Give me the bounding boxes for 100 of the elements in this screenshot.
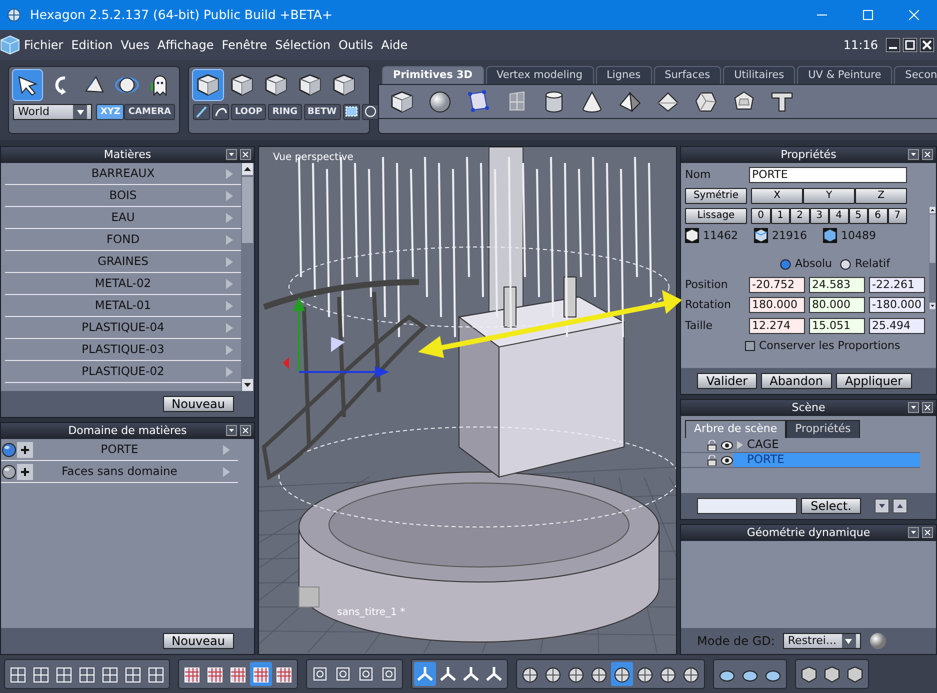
number-field[interactable]: 80.000 xyxy=(809,297,865,314)
toolbar-tab[interactable]: Utilitaires xyxy=(723,66,796,84)
material-item[interactable]: BOIS xyxy=(5,185,241,207)
new-material-button[interactable]: Nouveau xyxy=(162,396,234,412)
new-domain-button[interactable]: Nouveau xyxy=(162,633,234,649)
material-item[interactable]: PLASTIQUE-03 xyxy=(5,339,241,361)
plus-icon[interactable] xyxy=(17,464,33,480)
smoothing-level-button[interactable]: 1 xyxy=(770,208,790,224)
material-item[interactable]: FOND xyxy=(5,229,241,251)
coordinate-toggle[interactable]: CAMERA xyxy=(124,104,175,120)
number-field[interactable]: 24.583 xyxy=(809,276,865,293)
selection-tool-button[interactable] xyxy=(362,104,379,120)
number-field[interactable]: 12.274 xyxy=(749,318,805,334)
axis-button[interactable]: X xyxy=(751,188,803,204)
toolbar-tab[interactable]: Secon xyxy=(894,66,937,84)
smoothing-level-button[interactable]: 0 xyxy=(751,208,770,224)
eye-icon[interactable] xyxy=(721,440,733,450)
menu-item[interactable]: Affichage xyxy=(153,36,218,54)
collapse-icon[interactable] xyxy=(226,149,237,160)
close-icon[interactable] xyxy=(920,38,934,52)
material-item[interactable]: PLASTIQUE-04 xyxy=(5,317,241,339)
maximize-icon[interactable] xyxy=(863,10,873,20)
shading-button[interactable] xyxy=(611,662,633,686)
collapse-icon[interactable] xyxy=(226,425,237,436)
menu-item[interactable]: Fenêtre xyxy=(218,36,272,54)
menu-item[interactable]: Outils xyxy=(334,36,378,54)
material-item[interactable]: METAL-01 xyxy=(5,295,241,317)
lock-icon[interactable] xyxy=(707,440,717,450)
domain-item[interactable]: PORTE xyxy=(1,439,238,461)
material-item[interactable]: GRAINES xyxy=(5,251,241,273)
material-item[interactable]: EAU xyxy=(5,207,241,229)
menu-item[interactable]: Vues xyxy=(116,36,154,54)
tree-item[interactable]: CAGE xyxy=(733,438,920,452)
smoothing-button[interactable]: Lissage xyxy=(685,208,747,224)
toolbar-tab[interactable]: Vertex modeling xyxy=(486,66,594,84)
smoothing-level-button[interactable]: 6 xyxy=(868,208,888,224)
close-icon[interactable] xyxy=(240,425,251,436)
collapse-icon[interactable] xyxy=(908,527,919,538)
toolbar-tab[interactable]: Lignes xyxy=(596,66,652,84)
axis-button[interactable]: Y xyxy=(803,188,855,204)
panel-tab[interactable]: Propriétés xyxy=(786,420,860,438)
number-field[interactable]: -20.752 xyxy=(749,276,805,293)
dialog-button[interactable]: Valider xyxy=(697,373,757,389)
dialog-button[interactable]: Abandon xyxy=(760,373,832,389)
collapse-icon[interactable] xyxy=(908,149,919,160)
minimize-icon[interactable] xyxy=(886,38,900,52)
close-icon[interactable] xyxy=(922,527,933,538)
tree-item[interactable]: PORTE xyxy=(733,453,920,467)
close-icon[interactable] xyxy=(922,402,933,413)
material-item[interactable]: BARREAUX xyxy=(5,163,241,185)
menu-item[interactable]: Fichier xyxy=(20,36,68,54)
pointer-button[interactable] xyxy=(13,70,42,100)
close-icon[interactable] xyxy=(240,149,251,160)
number-field[interactable]: -180.000 xyxy=(869,297,925,314)
number-field[interactable]: 25.494 xyxy=(869,318,925,334)
smoothing-level-button[interactable]: 5 xyxy=(848,208,868,224)
axis-button[interactable]: Z xyxy=(855,188,907,204)
menu-item[interactable]: Sélection xyxy=(271,36,334,54)
smoothing-level-button[interactable]: 3 xyxy=(810,208,829,224)
checkbox[interactable] xyxy=(745,341,755,352)
plus-icon[interactable] xyxy=(17,442,33,458)
restore-icon[interactable] xyxy=(903,38,917,52)
close-icon[interactable] xyxy=(922,149,933,160)
toolbar-tab[interactable]: Primitives 3D xyxy=(382,66,484,84)
smoothing-level-button[interactable]: 4 xyxy=(829,208,848,224)
scrollbar[interactable] xyxy=(241,163,254,391)
sphere-icon[interactable] xyxy=(868,632,887,650)
toolbar-tab[interactable]: Surfaces xyxy=(654,66,722,84)
material-item[interactable]: PLASTIQUE-02 xyxy=(5,361,241,383)
lock-icon[interactable] xyxy=(707,454,717,466)
symmetry-button[interactable]: Symétrie xyxy=(685,188,747,204)
number-field[interactable]: 180.000 xyxy=(749,297,805,314)
selection-tool-button[interactable] xyxy=(342,104,360,120)
move-down-icon[interactable] xyxy=(875,499,889,513)
manipulator-button[interactable] xyxy=(414,662,436,686)
material-item[interactable]: METAL-02 xyxy=(5,273,241,295)
menu-item[interactable]: Aide xyxy=(377,36,412,54)
selection-tool-button[interactable]: RING xyxy=(268,104,302,120)
number-field[interactable]: 15.051 xyxy=(809,318,865,334)
coordinate-dropdown[interactable]: World xyxy=(13,104,92,120)
selection-tool-button[interactable]: LOOP xyxy=(231,104,266,120)
collapse-icon[interactable] xyxy=(908,402,919,413)
mode-dropdown[interactable]: Restrei... xyxy=(782,633,861,649)
radio-label[interactable]: Relatif xyxy=(855,256,890,272)
smoothing-level-button[interactable]: 7 xyxy=(888,208,907,224)
menu-item[interactable]: Edition xyxy=(67,36,117,54)
dialog-button[interactable]: Appliquer xyxy=(836,373,912,389)
domain-item[interactable]: Faces sans domaine xyxy=(1,461,238,483)
selection-mode-button[interactable] xyxy=(193,70,223,100)
move-up-icon[interactable] xyxy=(893,499,907,513)
toolbar-tab[interactable]: UV & Peinture xyxy=(797,66,892,84)
checkbox-label[interactable]: Conserver les Proportions xyxy=(759,338,900,354)
number-field[interactable]: -22.261 xyxy=(869,276,925,293)
selection-tool-button[interactable] xyxy=(212,104,229,120)
radio-label[interactable]: Absolu xyxy=(795,256,832,272)
display-button[interactable] xyxy=(250,662,272,686)
search-field[interactable] xyxy=(697,498,797,514)
select-button[interactable]: Select. xyxy=(801,498,861,514)
selection-tool-button[interactable] xyxy=(193,104,210,120)
smoothing-level-button[interactable]: 2 xyxy=(790,208,810,224)
